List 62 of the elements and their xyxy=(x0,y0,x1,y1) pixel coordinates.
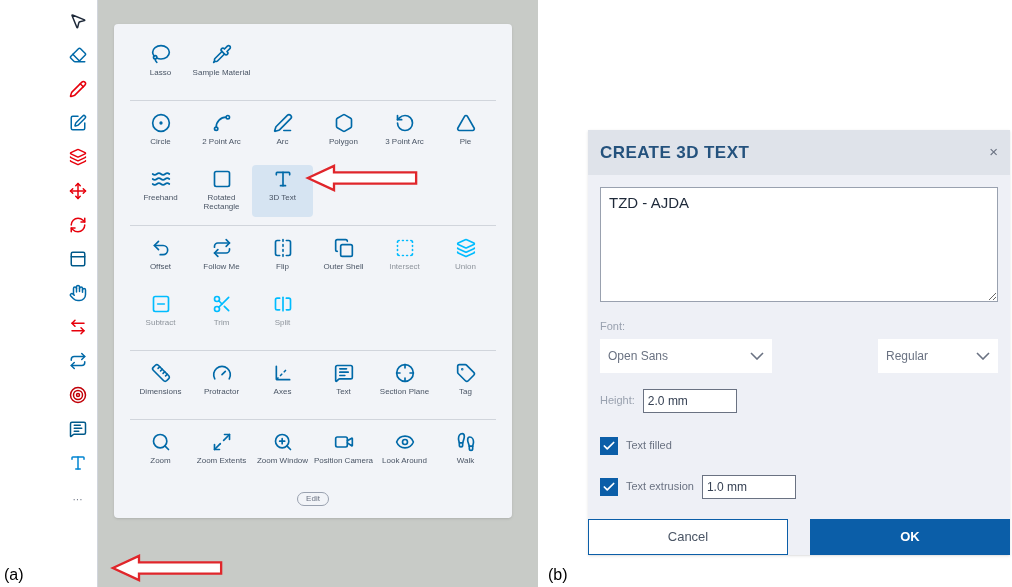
cancel-button[interactable]: Cancel xyxy=(588,518,788,555)
extrusion-field[interactable]: 1.0 mm xyxy=(701,474,796,499)
tool-button[interactable]: 3D Text xyxy=(252,165,313,217)
figure-caption: (a) xyxy=(3,565,25,585)
curve-icon xyxy=(150,169,171,189)
tool-button[interactable]: Follow Me xyxy=(191,234,252,286)
font-label: Font: xyxy=(600,319,627,334)
text-input[interactable]: TZD - AJDA xyxy=(600,187,998,302)
chevron-down-icon xyxy=(976,351,990,360)
dialog-title: CREATE 3D TEXT xyxy=(600,141,750,164)
tool-button[interactable]: Arc xyxy=(252,109,313,161)
tool-button[interactable]: Freehand xyxy=(130,165,191,217)
tool-button[interactable]: Circle xyxy=(130,109,191,161)
tool-button[interactable]: Pie xyxy=(435,109,496,161)
more-button[interactable]: ··· xyxy=(72,492,83,507)
tool-button[interactable]: Polygon xyxy=(313,109,374,161)
flip-icon xyxy=(272,238,293,258)
lasso-icon xyxy=(150,44,171,64)
scissors-icon xyxy=(211,294,232,314)
tool-button[interactable]: Position Camera xyxy=(313,428,374,480)
tool-button[interactable]: Zoom Extents xyxy=(191,428,252,480)
dimension-icon xyxy=(150,363,171,383)
hexagon-icon xyxy=(333,113,354,133)
font-dropdown[interactable]: Open Sans xyxy=(600,338,772,373)
tool-button[interactable]: Section Plane xyxy=(374,359,435,411)
tool-button[interactable]: Lasso xyxy=(130,40,191,92)
tool-button[interactable]: Dimensions xyxy=(130,359,191,411)
tool-button[interactable]: Sample Material xyxy=(191,40,252,92)
tag-icon xyxy=(455,363,476,383)
tool-button[interactable]: Axes xyxy=(252,359,313,411)
tool-button[interactable]: Text xyxy=(313,359,374,411)
option-label: Text extrusion xyxy=(626,479,694,495)
tool-button[interactable]: Flip xyxy=(252,234,313,286)
tool-button[interactable]: Look Around xyxy=(374,428,435,480)
close-button[interactable]: × xyxy=(989,141,998,164)
ok-button[interactable]: OK xyxy=(810,518,1010,555)
expand-icon xyxy=(211,432,232,452)
checkbox[interactable] xyxy=(600,477,618,496)
tool-button[interactable]: Zoom Window xyxy=(252,428,313,480)
option-label: Text filled xyxy=(626,438,672,454)
tool-button[interactable]: 2 Point Arc xyxy=(191,109,252,161)
height-label: Height: xyxy=(600,393,635,409)
tool-button[interactable]: Walk xyxy=(435,428,496,480)
magnifier-icon xyxy=(272,432,293,452)
tool-button[interactable]: Tag xyxy=(435,359,496,411)
dropper-icon xyxy=(211,44,232,64)
style-dropdown[interactable]: Regular xyxy=(878,338,998,373)
figure-caption: (b) xyxy=(548,565,569,585)
tool-button[interactable]: Rotated Rectangle xyxy=(191,165,252,217)
tool-button[interactable]: Outer Shell xyxy=(313,234,374,286)
magnifier-icon xyxy=(150,432,171,452)
chevron-down-icon xyxy=(750,351,764,360)
circle-icon xyxy=(150,113,171,133)
checkbox[interactable] xyxy=(600,436,618,455)
eye-icon xyxy=(394,432,415,452)
tool-button[interactable]: Zoom xyxy=(130,428,191,480)
height-field[interactable]: 2.0 mm xyxy=(642,388,737,413)
tool-button[interactable]: 3 Point Arc xyxy=(374,109,435,161)
tool-button[interactable]: Offset xyxy=(130,234,191,286)
tool-button[interactable]: Protractor xyxy=(191,359,252,411)
loop-icon xyxy=(211,238,232,258)
text-icon xyxy=(333,363,354,383)
